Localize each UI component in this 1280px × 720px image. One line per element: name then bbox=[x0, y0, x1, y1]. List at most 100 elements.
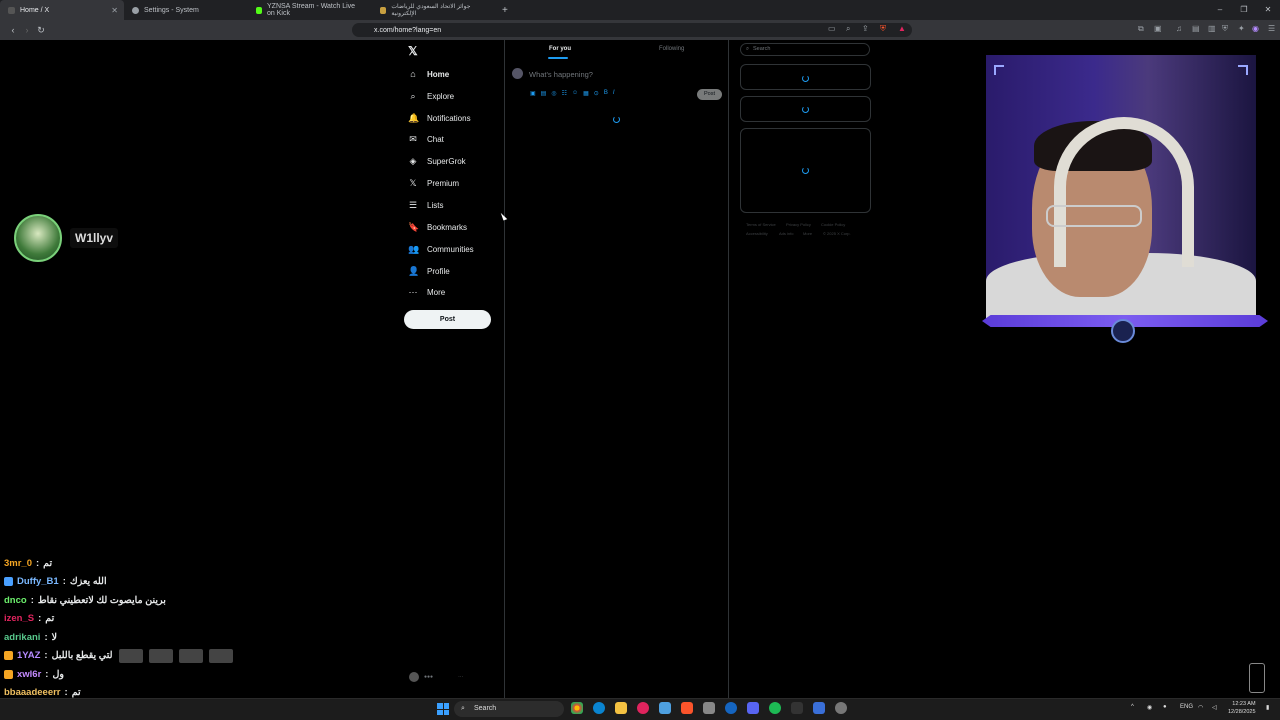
vpn-icon[interactable]: ⛨ bbox=[1222, 24, 1228, 34]
app-icon[interactable] bbox=[791, 702, 803, 714]
more-icon[interactable]: ⋯ bbox=[458, 674, 463, 680]
italic-icon[interactable]: I bbox=[613, 90, 615, 97]
mic-icon[interactable]: ● bbox=[1163, 704, 1167, 710]
maximize-button[interactable]: ❐ bbox=[1232, 0, 1256, 20]
minimize-button[interactable]: – bbox=[1208, 0, 1232, 20]
clock[interactable]: 12:23 AM 12/28/2025 bbox=[1228, 700, 1256, 716]
file-explorer-icon[interactable] bbox=[615, 702, 627, 714]
taskbar-search[interactable]: ⌕ Search bbox=[454, 701, 564, 717]
location-icon[interactable]: ⊙ bbox=[594, 90, 599, 97]
compose-input[interactable]: What's happening? bbox=[529, 70, 593, 79]
chat-message: 1YAZ: لتي يقطع باللبل bbox=[4, 647, 264, 666]
x-logo[interactable]: 𝕏 bbox=[408, 44, 418, 58]
stream-chat: 3mr_0: تم Duffy_B1: الله يعزك dnco: برينن ماي… bbox=[4, 554, 264, 702]
new-tab-button[interactable]: + bbox=[496, 5, 514, 16]
footer-link[interactable]: Cookie Policy bbox=[821, 222, 845, 227]
sidebar-item-notifications[interactable]: 🔔 Notifications bbox=[408, 110, 471, 126]
reload-icon[interactable]: ↻ bbox=[34, 25, 48, 36]
footer-link[interactable]: Terms of Service bbox=[746, 222, 776, 227]
brave-icon[interactable] bbox=[681, 702, 693, 714]
sidebar-item-supergrok[interactable]: ◈ SuperGrok bbox=[408, 153, 466, 169]
schedule-icon[interactable]: ▦ bbox=[583, 90, 589, 97]
bold-icon[interactable]: B bbox=[604, 90, 608, 97]
emoji-icon[interactable]: ☺ bbox=[572, 90, 578, 97]
share-icon[interactable]: ⇪ bbox=[862, 24, 869, 33]
language-indicator[interactable]: ENG bbox=[1180, 704, 1193, 710]
tab-home-x[interactable]: Home / X ✕ bbox=[0, 0, 124, 20]
spotify-icon[interactable] bbox=[769, 702, 781, 714]
notification-icon[interactable]: ▮ bbox=[1266, 704, 1269, 711]
tab-settings[interactable]: Settings - System bbox=[124, 0, 248, 20]
steam-icon[interactable] bbox=[725, 702, 737, 714]
account-switcher[interactable]: ●●● ⋯ bbox=[409, 672, 463, 682]
cast-icon[interactable]: ▭ bbox=[828, 24, 836, 33]
poll-icon[interactable]: ☷ bbox=[562, 90, 567, 97]
floating-widget[interactable] bbox=[1249, 663, 1265, 693]
footer-link[interactable]: More bbox=[803, 231, 812, 236]
footer-link[interactable]: Ads info bbox=[779, 231, 793, 236]
chat-username[interactable]: xwl6r bbox=[17, 669, 41, 680]
extension-icon[interactable]: ⧉ bbox=[1138, 24, 1144, 34]
store-icon[interactable] bbox=[659, 702, 671, 714]
settings-icon[interactable] bbox=[835, 702, 847, 714]
chat-username[interactable]: 3mr_0 bbox=[4, 558, 32, 569]
zoom-icon[interactable]: ⌕ bbox=[846, 24, 850, 34]
chat-username[interactable]: bbaaadeeerr bbox=[4, 687, 61, 698]
close-window-button[interactable]: ✕ bbox=[1256, 0, 1280, 20]
gif-icon[interactable]: ▤ bbox=[541, 90, 547, 97]
wifi-icon[interactable]: ◠ bbox=[1198, 704, 1203, 711]
profile-icon[interactable]: ◉ bbox=[1252, 24, 1259, 33]
forward-icon[interactable]: › bbox=[20, 25, 34, 35]
brave-shield-icon[interactable]: ⛨ bbox=[880, 24, 886, 34]
chrome-icon[interactable] bbox=[571, 702, 583, 714]
search-icon: ⌕ bbox=[746, 46, 750, 52]
sidebar-item-bookmarks[interactable]: 🔖 Bookmarks bbox=[408, 219, 467, 235]
sidebar-item-more[interactable]: ⋯ More bbox=[408, 284, 446, 300]
network-tray-icon[interactable]: ◉ bbox=[1147, 704, 1152, 711]
app-icon[interactable] bbox=[637, 702, 649, 714]
app-icon[interactable] bbox=[813, 702, 825, 714]
chat-username[interactable]: dnco bbox=[4, 595, 27, 606]
compose-post-button[interactable]: Post bbox=[697, 89, 722, 100]
tab-for-you[interactable]: For you bbox=[549, 46, 571, 52]
wallet-icon[interactable]: ▥ bbox=[1208, 24, 1216, 33]
tab-saudi-esports[interactable]: جوائز الاتحاد السعودي للرياضات الإلكترون… bbox=[372, 0, 496, 20]
sidebar-item-lists[interactable]: ☰ Lists bbox=[408, 197, 444, 213]
chat-username[interactable]: izen_S bbox=[4, 613, 34, 624]
sidebar-item-premium[interactable]: 𝕏 Premium bbox=[408, 175, 459, 191]
avatar[interactable] bbox=[512, 68, 523, 79]
search-input[interactable]: ⌕ Search bbox=[740, 43, 870, 56]
tab-following[interactable]: Following bbox=[659, 46, 684, 52]
volume-icon[interactable]: ◁ bbox=[1212, 704, 1217, 711]
post-button[interactable]: Post bbox=[404, 310, 491, 329]
chat-username[interactable]: adrikani bbox=[4, 632, 40, 643]
back-icon[interactable]: ‹ bbox=[6, 25, 20, 35]
rewards-icon[interactable]: ▲ bbox=[898, 24, 906, 33]
footer-link[interactable]: Accessibility bbox=[746, 231, 768, 236]
discord-icon[interactable] bbox=[747, 702, 759, 714]
app-icon[interactable] bbox=[703, 702, 715, 714]
footer-link[interactable]: Privacy Policy bbox=[786, 222, 811, 227]
sidebar-item-home[interactable]: ⌂ Home bbox=[408, 66, 449, 82]
media-icon[interactable]: ♫ bbox=[1176, 24, 1182, 33]
sidebar-item-communities[interactable]: 👥 Communities bbox=[408, 241, 474, 257]
grok-icon[interactable]: ◎ bbox=[551, 90, 556, 97]
edge-icon[interactable] bbox=[593, 702, 605, 714]
chat-username[interactable]: Duffy_B1 bbox=[17, 576, 59, 587]
leo-icon[interactable]: ✦ bbox=[1238, 24, 1245, 33]
chat-separator: : bbox=[62, 576, 66, 588]
menu-icon[interactable]: ☰ bbox=[1268, 24, 1275, 33]
sidebar-item-label: Home bbox=[427, 69, 450, 79]
close-icon[interactable]: ✕ bbox=[111, 6, 118, 15]
windows-start-icon[interactable] bbox=[437, 703, 449, 715]
sidebar-icon[interactable]: ▣ bbox=[1154, 24, 1162, 33]
chat-username[interactable]: 1YAZ bbox=[17, 650, 40, 661]
image-icon[interactable]: ▣ bbox=[530, 90, 536, 97]
sidebar-item-chat[interactable]: ✉ Chat bbox=[408, 131, 444, 147]
sidebar-item-profile[interactable]: 👤 Profile bbox=[408, 263, 450, 279]
chevron-up-icon[interactable]: ^ bbox=[1131, 704, 1134, 710]
tab-label: جوائز الاتحاد السعودي للرياضات الإلكترون… bbox=[391, 4, 471, 17]
sidebar-item-explore[interactable]: ⌕ Explore bbox=[408, 88, 454, 104]
tab-kick-stream[interactable]: YZNSA Stream - Watch Live on Kick bbox=[248, 0, 372, 20]
reader-icon[interactable]: ▤ bbox=[1192, 24, 1200, 33]
